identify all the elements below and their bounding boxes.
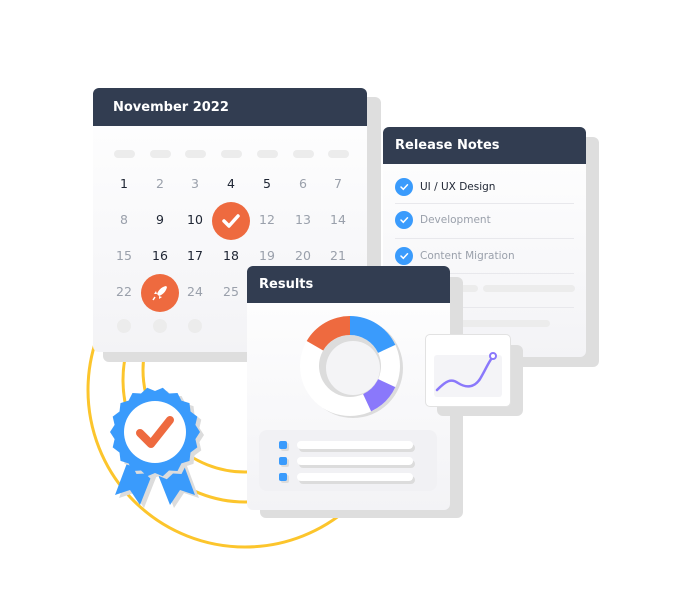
placeholder-bar — [297, 457, 413, 465]
weekday-placeholder — [328, 150, 349, 158]
calendar-day[interactable]: 24 — [180, 284, 210, 299]
calendar-day[interactable]: 16 — [145, 248, 175, 263]
calendar-day[interactable]: 4 — [216, 176, 246, 191]
list-item — [279, 441, 413, 449]
weekday-placeholder — [221, 150, 242, 158]
release-note-item[interactable]: Content Migration — [395, 247, 515, 265]
illustration: November 2022 1 2 3 4 5 6 7 8 9 10 12 13 14 15 16 17 18 1… — [0, 0, 680, 607]
calendar-title: November 2022 — [93, 88, 367, 126]
calendar-day[interactable]: 8 — [109, 212, 139, 227]
calendar-day[interactable]: 6 — [288, 176, 318, 191]
list-item — [279, 473, 413, 481]
calendar-day[interactable]: 10 — [180, 212, 210, 227]
trend-tile — [425, 334, 511, 407]
release-note-label: UI / UX Design — [420, 181, 496, 193]
check-icon[interactable] — [212, 202, 250, 240]
calendar-day[interactable]: 7 — [323, 176, 353, 191]
calendar-day[interactable]: 25 — [216, 284, 246, 299]
calendar-day[interactable]: 5 — [252, 176, 282, 191]
calendar-day[interactable]: 14 — [323, 212, 353, 227]
calendar-day[interactable]: 20 — [288, 248, 318, 263]
weekday-placeholder — [293, 150, 314, 158]
results-title: Results — [247, 266, 450, 303]
check-circle-icon — [395, 211, 413, 229]
bullet-icon — [279, 457, 287, 465]
calendar-day[interactable]: 2 — [145, 176, 175, 191]
calendar-day[interactable]: 19 — [252, 248, 282, 263]
bullet-icon — [279, 441, 287, 449]
results-list — [259, 430, 437, 491]
release-note-label: Content Migration — [420, 250, 515, 262]
rocket-icon[interactable] — [141, 274, 179, 312]
divider — [395, 238, 574, 239]
calendar-day[interactable]: 9 — [145, 212, 175, 227]
trend-line-icon — [434, 352, 502, 397]
release-note-item[interactable]: Development — [395, 211, 491, 229]
weekday-placeholder — [150, 150, 171, 158]
calendar-day[interactable]: 17 — [180, 248, 210, 263]
calendar-day[interactable]: 3 — [180, 176, 210, 191]
calendar-day[interactable]: 13 — [288, 212, 318, 227]
placeholder-bar — [297, 441, 413, 449]
check-circle-icon — [395, 178, 413, 196]
weekday-placeholder — [114, 150, 135, 158]
results-card: Results — [247, 266, 450, 510]
award-ribbon-icon — [110, 387, 204, 508]
weekday-placeholder — [257, 150, 278, 158]
release-note-item[interactable]: UI / UX Design — [395, 178, 495, 196]
release-notes-title: Release Notes — [383, 127, 586, 164]
placeholder-bar — [483, 285, 575, 292]
calendar-day[interactable]: 15 — [109, 248, 139, 263]
calendar-day[interactable]: 21 — [323, 248, 353, 263]
calendar-day[interactable]: 18 — [216, 248, 246, 263]
list-item — [279, 457, 413, 465]
empty-day-placeholder — [153, 319, 167, 333]
bullet-icon — [279, 473, 287, 481]
empty-day-placeholder — [188, 319, 202, 333]
placeholder-bar — [297, 473, 413, 481]
divider — [395, 203, 574, 204]
check-circle-icon — [395, 247, 413, 265]
weekday-placeholder — [185, 150, 206, 158]
calendar-day[interactable]: 12 — [252, 212, 282, 227]
calendar-day[interactable]: 22 — [109, 284, 139, 299]
donut-chart — [300, 316, 403, 418]
release-note-label: Development — [420, 214, 491, 226]
placeholder-bar — [458, 320, 550, 327]
empty-day-placeholder — [117, 319, 131, 333]
calendar-day[interactable]: 1 — [109, 176, 139, 191]
